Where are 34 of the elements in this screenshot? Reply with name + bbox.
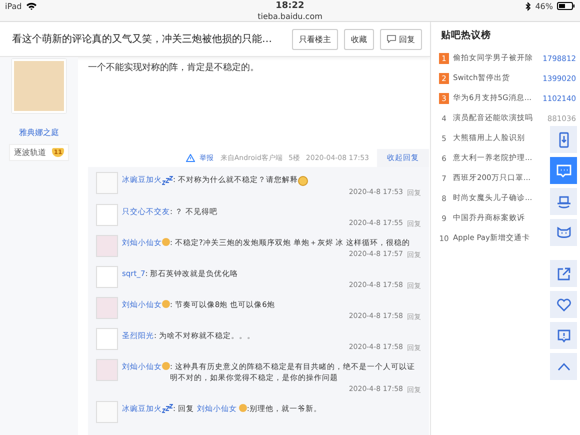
phone-download-icon[interactable] (550, 126, 577, 153)
avatar[interactable] (96, 328, 118, 350)
clock: 18:22 (276, 1, 304, 12)
thread-title: 看这个萌新的评论真的又气又笑，冲关三炮被他损的只能… (12, 32, 272, 46)
avatar[interactable] (96, 172, 118, 194)
cat-face-icon[interactable] (550, 219, 577, 246)
author-name[interactable]: 雅典娜之庭 (19, 127, 59, 138)
device-label: iPad (5, 2, 22, 10)
sleep-icon (162, 404, 173, 413)
url-text[interactable]: tieba.baidu.com (258, 12, 322, 21)
battery-percent: 46% (535, 2, 553, 10)
wifi-icon (26, 2, 37, 10)
bluetooth-icon (525, 2, 532, 10)
comment-icon (387, 35, 396, 43)
hat-icon[interactable] (550, 188, 577, 215)
post-text: 一个不能实现对称的阵，肯定是不稳定的。 (88, 62, 260, 75)
share-icon[interactable] (550, 260, 577, 287)
avatar[interactable] (96, 296, 118, 318)
avatar[interactable] (96, 400, 118, 422)
warning-icon (186, 154, 196, 162)
hot-list-title: 贴吧热议榜 (441, 29, 492, 42)
thread-button[interactable]: 收藏 (344, 28, 374, 50)
avatar[interactable] (96, 234, 118, 256)
avatar[interactable] (96, 266, 118, 288)
sleep-icon (162, 176, 173, 184)
avatar-picture[interactable] (12, 59, 66, 113)
thread-button[interactable]: 只看楼主 (292, 28, 338, 50)
chat-icon[interactable] (550, 157, 577, 184)
battery-icon (556, 2, 575, 10)
avatar[interactable] (96, 358, 118, 380)
badge-title: 逐波轨道 (14, 147, 46, 158)
report-icon[interactable] (550, 322, 577, 349)
reply-button[interactable]: 回复 (380, 28, 422, 50)
avatar[interactable] (96, 204, 118, 226)
